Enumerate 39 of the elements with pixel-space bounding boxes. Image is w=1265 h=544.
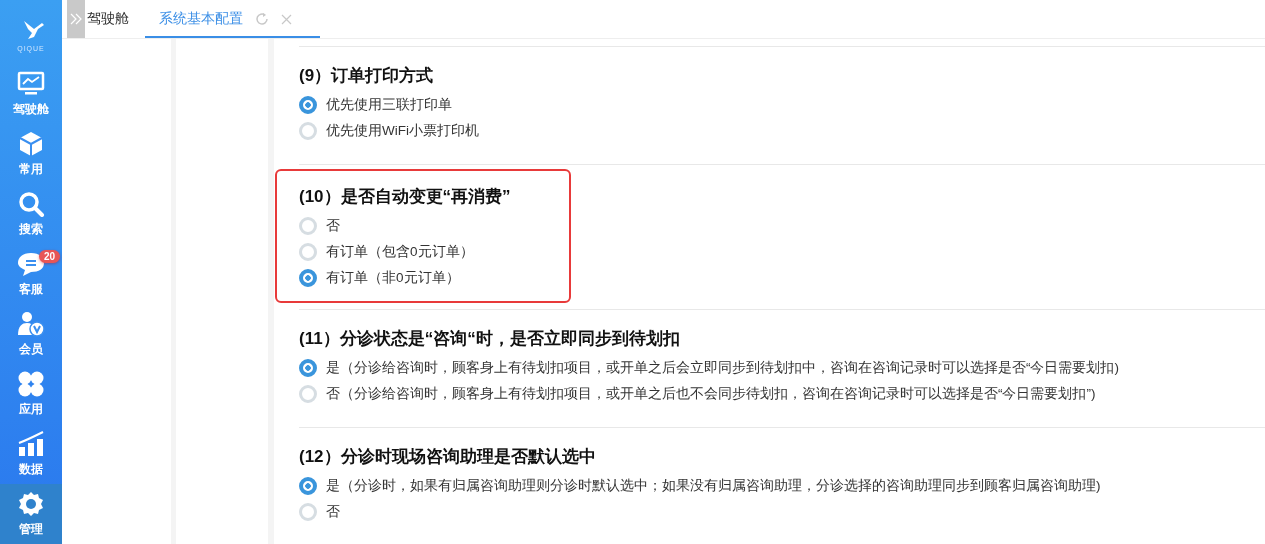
count-badge: 20 [38,250,60,263]
section-title: (9）订单打印方式 [299,65,435,87]
double-chevron-icon [70,13,82,25]
settings-icon [17,490,45,517]
nav-item[interactable]: 搜索 [0,184,62,244]
option-label: 优先使用三联打印单 [326,96,452,114]
nav-item[interactable]: 管理 [0,484,62,544]
option-label: 有订单（包含0元订单） [326,243,474,261]
nav-item[interactable]: 驾驶舱 [0,64,62,124]
search-icon [17,190,45,217]
section-title: (12）分诊时现场咨询助理是否默认选中 [299,446,597,468]
section-title: (10）是否自动变更“再消费” [299,186,512,208]
tab[interactable]: 驾驶舱 [85,0,129,38]
close-icon[interactable] [281,13,292,25]
option-label: 优先使用WiFi小票打印机 [326,122,479,140]
section-title: (11）分诊状态是“咨询“时，是否立即同步到待划扣 [299,328,681,350]
option-label: 有订单（非0元订单） [326,269,460,287]
monitor-icon [17,70,45,97]
cube-icon [17,130,45,157]
radio-button[interactable] [299,477,317,495]
nav-item[interactable]: 常用 [0,124,62,184]
radio-button[interactable] [299,96,317,114]
option-label: 否 [326,503,340,521]
radio-button[interactable] [299,359,317,377]
chart-icon [17,430,45,457]
option-label: 是（分诊时，如果有归属咨询助理则分诊时默认选中；如果没有归属咨询助理，分诊选择的咨询助理同步到顾客归属咨询助理) [326,477,1101,495]
nav-item[interactable]: 数据 [0,424,62,484]
collapse-handle[interactable] [67,0,85,38]
nav-item[interactable]: 会员 [0,304,62,364]
option-label: 否 [326,217,340,235]
refresh-icon[interactable] [255,12,269,26]
member-icon [17,310,45,337]
apps-icon [17,370,45,397]
nav-item[interactable]: 客服 20 [0,244,62,304]
option-label: 否（分诊给咨询时，顾客身上有待划扣项目，或开单之后也不会同步待划扣，咨询在咨询记录时可以选择是否“今日需要划扣”) [326,385,1096,403]
nav-item[interactable]: 应用 [0,364,62,424]
radio-button[interactable] [299,269,317,287]
option-label: 是（分诊给咨询时，顾客身上有待划扣项目，或开单之后会立即同步到待划扣中，咨询在咨询记录时可以选择是否“今日需要划扣) [326,359,1119,377]
chat-icon [17,250,45,277]
